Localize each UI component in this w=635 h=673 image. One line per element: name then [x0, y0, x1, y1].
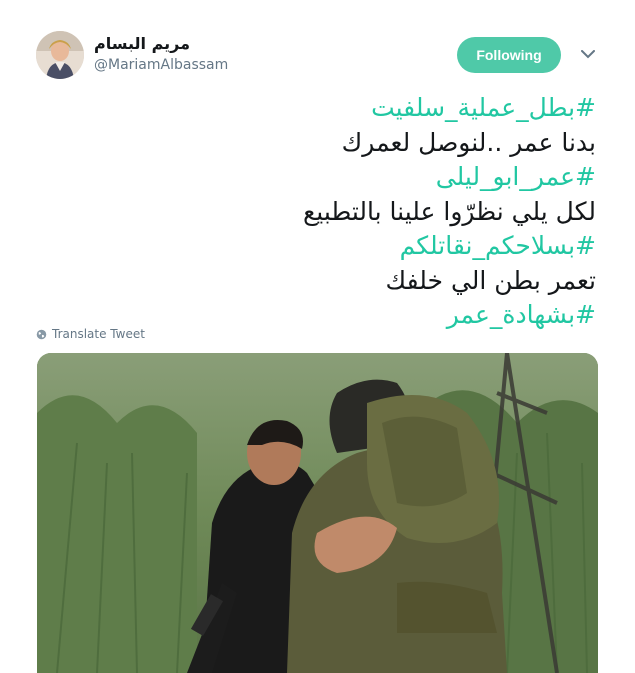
tweet-text: #بطل_عملية_سلفيت بدنا عمر ..لنوصل لعمرك …	[36, 91, 596, 333]
tweet-photo[interactable]	[37, 353, 598, 673]
hashtag-link[interactable]: #بطل_عملية_سلفيت	[36, 91, 596, 126]
tweet-text-line: لكل يلي نظرّوا علينا بالتطبيع	[302, 196, 596, 226]
translate-label[interactable]: Translate Tweet	[52, 327, 145, 341]
hashtag-link[interactable]: #عمر_ابو_ليلى	[36, 160, 596, 195]
following-button[interactable]: Following	[457, 37, 561, 73]
translate-tweet-link[interactable]: Translate Tweet	[36, 327, 145, 341]
avatar-image	[36, 31, 84, 79]
tweet-header: مريم البسام @MariamAlbassam Following	[0, 0, 635, 100]
globe-icon	[36, 329, 47, 339]
user-handle[interactable]: @MariamAlbassam	[94, 57, 228, 73]
avatar[interactable]	[36, 31, 84, 79]
hashtag-link[interactable]: #بسلاحكم_نقاتلكم	[36, 229, 596, 264]
tweet-text-line: تعمر بطن الي خلفك	[385, 265, 596, 295]
tweet-text-line: بدنا عمر ..لنوصل لعمرك	[341, 127, 596, 157]
display-name[interactable]: مريم البسام	[94, 34, 190, 53]
chevron-down-icon[interactable]	[578, 44, 598, 64]
photo-image	[37, 353, 598, 673]
